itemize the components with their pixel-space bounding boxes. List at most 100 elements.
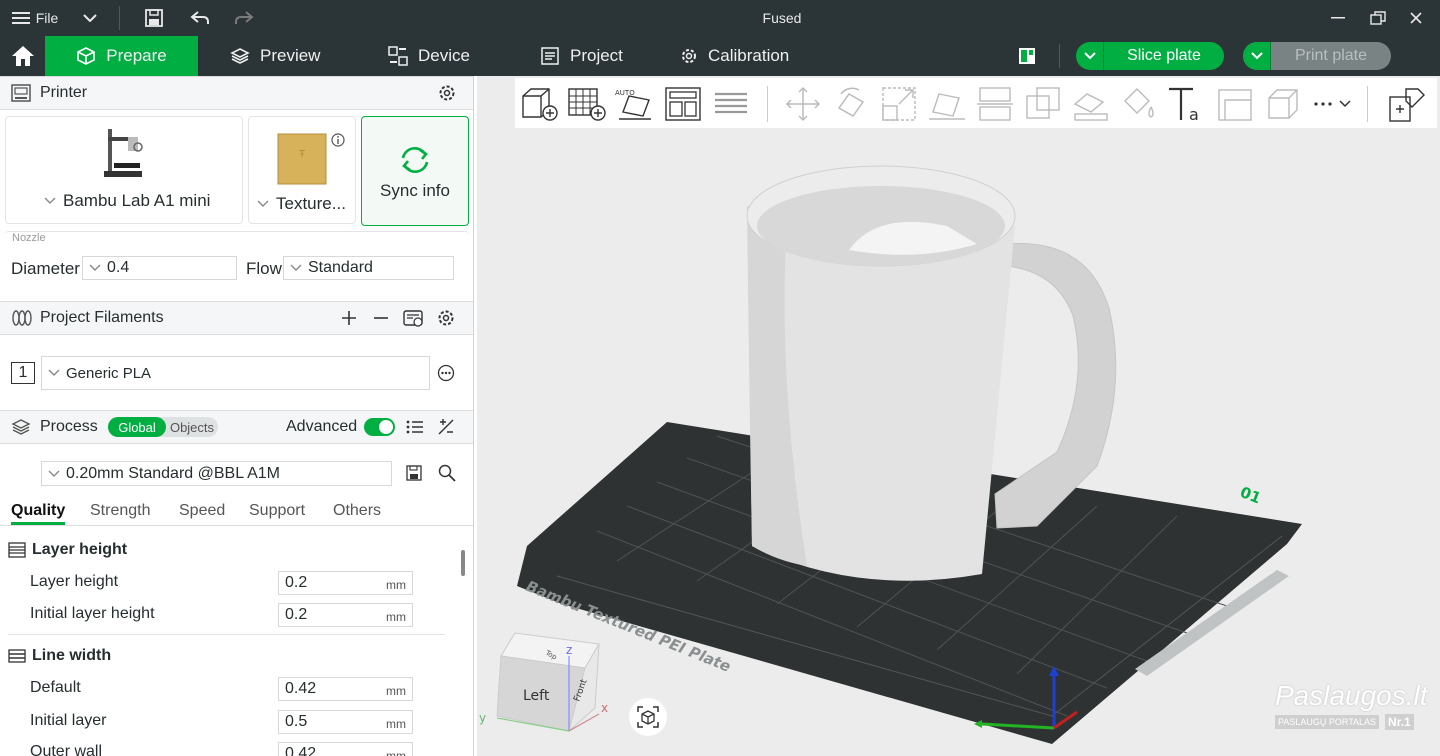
sync-info-button[interactable]: Sync info <box>361 116 469 226</box>
param-value: 0.5 <box>285 713 308 730</box>
nozzle-label: Nozzle <box>12 232 46 244</box>
tab-support[interactable]: Support <box>249 502 305 520</box>
chevron-down-icon <box>48 470 60 477</box>
tab-strength[interactable]: Strength <box>90 502 150 520</box>
restore-icon[interactable] <box>1366 0 1390 36</box>
filament-spool-icon <box>12 310 32 326</box>
redo-icon[interactable] <box>230 0 258 36</box>
outer-wall-line-width-input[interactable]: 0.42 mm <box>278 742 413 756</box>
initial-layer-line-width-input[interactable]: 0.5 mm <box>278 710 413 734</box>
slice-plate-label: Slice plate <box>1127 47 1201 64</box>
home-button[interactable] <box>0 36 45 76</box>
search-icon[interactable] <box>438 464 456 482</box>
tab-device[interactable]: Device <box>388 36 470 76</box>
add-icon[interactable] <box>341 310 357 326</box>
process-tabs: Quality Strength Speed Support Others <box>0 496 473 526</box>
undo-icon[interactable] <box>186 0 214 36</box>
compare-icon[interactable] <box>437 418 455 436</box>
axis-x-label: x <box>601 701 608 715</box>
param-value: 0.2 <box>285 574 308 591</box>
save-preset-icon[interactable] <box>406 465 422 481</box>
printer-section-header: Printer <box>0 76 473 110</box>
chevron-down-icon <box>48 369 60 376</box>
unit-label: mm <box>386 610 406 624</box>
param-label: Initial layer <box>30 712 107 729</box>
close-icon[interactable] <box>1404 0 1428 36</box>
more-options-icon[interactable] <box>437 364 455 382</box>
file-dropdown-icon[interactable] <box>78 0 102 36</box>
minimize-icon[interactable] <box>1326 0 1350 36</box>
param-label: Initial layer height <box>30 605 155 622</box>
save-icon[interactable] <box>140 0 168 36</box>
process-section-title: Process <box>40 418 98 435</box>
diameter-select[interactable]: 0.4 <box>82 256 237 280</box>
tab-device-label: Device <box>418 46 470 65</box>
layers-icon <box>11 419 31 435</box>
chevron-down-icon <box>89 264 101 271</box>
home-icon <box>11 46 34 66</box>
tab-quality[interactable]: Quality <box>11 502 66 525</box>
tab-preview[interactable]: Preview <box>230 36 320 76</box>
flow-select[interactable]: Standard <box>283 256 454 280</box>
tab-prepare[interactable]: Prepare <box>45 36 198 76</box>
initial-layer-height-input[interactable]: 0.2 mm <box>278 603 413 627</box>
print-plate-button[interactable]: Print plate <box>1243 42 1391 70</box>
layer-height-group: Layer height <box>8 541 127 559</box>
printer-card[interactable]: Bambu Lab A1 mini <box>5 116 243 224</box>
layer-height-icon <box>8 542 26 558</box>
scrollbar-thumb[interactable] <box>461 550 465 576</box>
tab-calibration[interactable]: Calibration <box>680 36 789 76</box>
process-section-header: Process Global Objects Advanced <box>0 410 473 444</box>
param-value: 0.42 <box>285 745 317 756</box>
unit-label: mm <box>386 578 406 592</box>
line-width-group-title: Line width <box>32 647 112 664</box>
printer-section-title: Printer <box>40 84 88 101</box>
plate-layout-icon[interactable] <box>1018 36 1038 76</box>
divider <box>1059 44 1060 68</box>
chevron-down-icon[interactable] <box>1076 42 1104 70</box>
file-menu[interactable]: File <box>10 0 60 36</box>
slice-plate-button[interactable]: Slice plate <box>1076 42 1224 70</box>
toggle-objects[interactable]: Objects <box>166 417 218 437</box>
tab-others[interactable]: Others <box>333 502 381 520</box>
gear-icon[interactable] <box>438 84 456 102</box>
info-icon[interactable] <box>331 133 345 147</box>
flow-label: Flow <box>246 259 282 278</box>
filament-sync-icon[interactable] <box>403 308 425 328</box>
view-cube[interactable]: Left Front Top z x y <box>479 632 608 733</box>
unit-label: mm <box>386 717 406 731</box>
main-navigation: Prepare Preview Device Project Calibrati… <box>0 36 1440 76</box>
cube-face-left[interactable]: Left <box>523 688 550 704</box>
build-scene[interactable]: Bambu Textured PEI Plate 01 Left Front T… <box>477 76 1440 756</box>
cube-icon <box>77 47 96 65</box>
default-line-width-input[interactable]: 0.42 mm <box>278 677 413 701</box>
layer-height-input[interactable]: 0.2 mm <box>278 571 413 595</box>
chevron-down-icon[interactable] <box>44 197 56 205</box>
3d-viewport[interactable]: AUTO a Bambu Textured PEI Plate 01 Left … <box>477 76 1440 756</box>
filament-index[interactable]: 1 <box>11 362 35 384</box>
print-plate-label: Print plate <box>1294 47 1368 64</box>
diameter-value: 0.4 <box>107 259 130 276</box>
watermark-title: Paslaugos.lt <box>1275 680 1428 711</box>
chevron-down-icon[interactable] <box>1243 42 1271 70</box>
advanced-toggle[interactable] <box>364 418 395 436</box>
process-preset-select[interactable]: 0.20mm Standard @BBL A1M <box>41 461 392 486</box>
chevron-down-icon[interactable] <box>257 200 269 208</box>
toggle-global[interactable]: Global <box>108 417 166 437</box>
plate-card[interactable]: Ŧ Texture... <box>248 116 356 224</box>
divider <box>119 6 120 30</box>
param-label: Default <box>30 679 81 696</box>
tab-speed[interactable]: Speed <box>179 502 225 520</box>
tab-prepare-label: Prepare <box>106 46 167 65</box>
global-objects-toggle[interactable]: Global Objects <box>108 417 218 437</box>
tab-project-label: Project <box>570 46 623 65</box>
fit-view-button[interactable] <box>629 698 667 736</box>
gear-icon[interactable] <box>437 309 455 327</box>
gear-icon <box>682 49 696 63</box>
tab-preview-label: Preview <box>260 46 321 65</box>
tab-project[interactable]: Project <box>540 36 623 76</box>
tab-calibration-label: Calibration <box>708 46 790 65</box>
filament-select[interactable]: Generic PLA <box>41 356 430 390</box>
list-icon[interactable] <box>406 420 424 434</box>
remove-icon[interactable] <box>373 310 389 326</box>
